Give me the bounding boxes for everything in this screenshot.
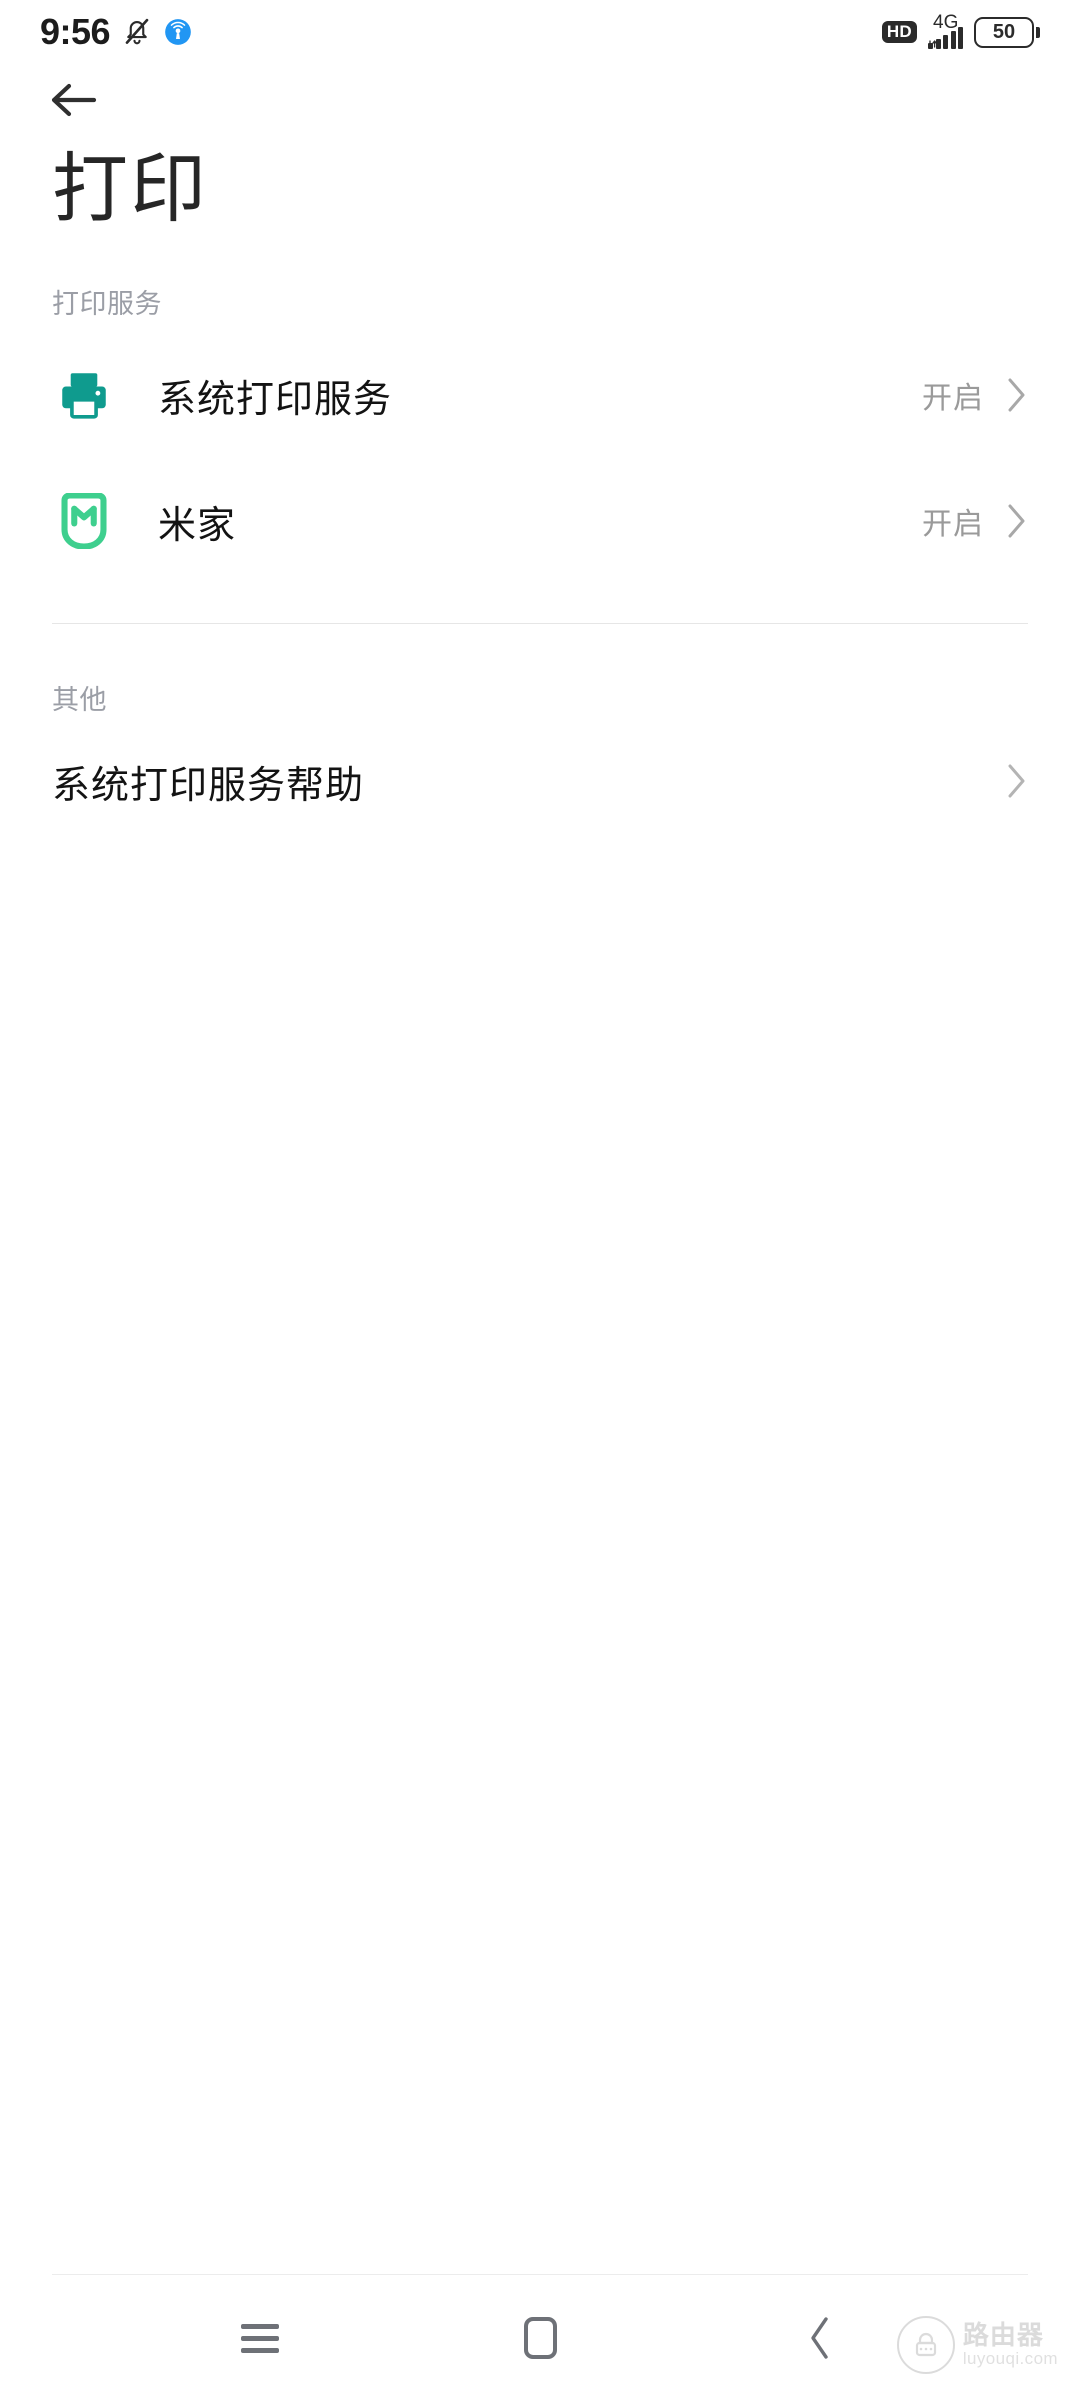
section-header-other: 其他 [52, 685, 107, 715]
page-title: 打印 [52, 147, 208, 232]
status-bar-right: HD 4G 50 [881, 12, 1040, 49]
hd-badge-icon: HD [881, 21, 917, 43]
watermark: 路由器 luyouqi.com [896, 2316, 1058, 2374]
network-type-label: 4G [933, 12, 959, 33]
phone-screen: 9:56 HD 4G 50 打印 打印服务 系统打印服务 开启 米家 开启 其他… [0, 0, 1080, 2400]
status-bar-left: 9:56 [40, 14, 192, 50]
battery-level-label: 50 [992, 21, 1016, 43]
list-item-label: 系统打印服务帮助 [52, 764, 365, 807]
list-item-status-value: 开启 [922, 508, 984, 541]
battery-body: 50 [974, 16, 1034, 48]
chevron-right-icon [1008, 504, 1025, 538]
nav-recents-button[interactable] [205, 2283, 315, 2393]
status-time: 9:56 [40, 11, 111, 52]
router-lock-icon [896, 2316, 955, 2374]
data-transfer-arrows-icon [928, 40, 937, 48]
navbar-divider [52, 2274, 1028, 2275]
section-divider [52, 623, 1028, 624]
nav-back-button[interactable] [765, 2283, 875, 2393]
list-item-label: 米家 [158, 504, 237, 547]
menu-icon [241, 2323, 279, 2353]
list-item-mijia[interactable]: 米家 开启 [0, 458, 1080, 584]
home-square-icon [523, 2317, 557, 2359]
back-button[interactable] [36, 62, 112, 138]
status-bar: 9:56 HD 4G 50 [0, 0, 1080, 64]
arrow-left-icon [51, 83, 97, 117]
watermark-title: 路由器 [962, 2320, 1044, 2351]
list-item-label: 系统打印服务 [158, 378, 393, 421]
mijia-logo-icon [52, 489, 116, 553]
list-item-status-value: 开启 [922, 382, 984, 415]
list-item-print-service-help[interactable]: 系统打印服务帮助 [0, 718, 1080, 844]
chevron-right-icon [1008, 764, 1025, 798]
chevron-right-icon [1008, 378, 1025, 412]
section-header-print-services: 打印服务 [52, 289, 162, 319]
battery-indicator: 50 [974, 16, 1040, 48]
bell-muted-icon [125, 18, 149, 45]
nav-home-button[interactable] [485, 2283, 595, 2393]
watermark-subtitle: luyouqi.com [962, 2348, 1058, 2368]
hotspot-icon [165, 19, 191, 45]
list-item-system-print-service[interactable]: 系统打印服务 开启 [0, 332, 1080, 458]
chevron-left-icon [811, 2317, 828, 2359]
watermark-text: 路由器 luyouqi.com [963, 2321, 1058, 2368]
printer-icon [52, 363, 116, 427]
signal-indicator: 4G [928, 12, 963, 49]
battery-cap-icon [1036, 26, 1040, 38]
